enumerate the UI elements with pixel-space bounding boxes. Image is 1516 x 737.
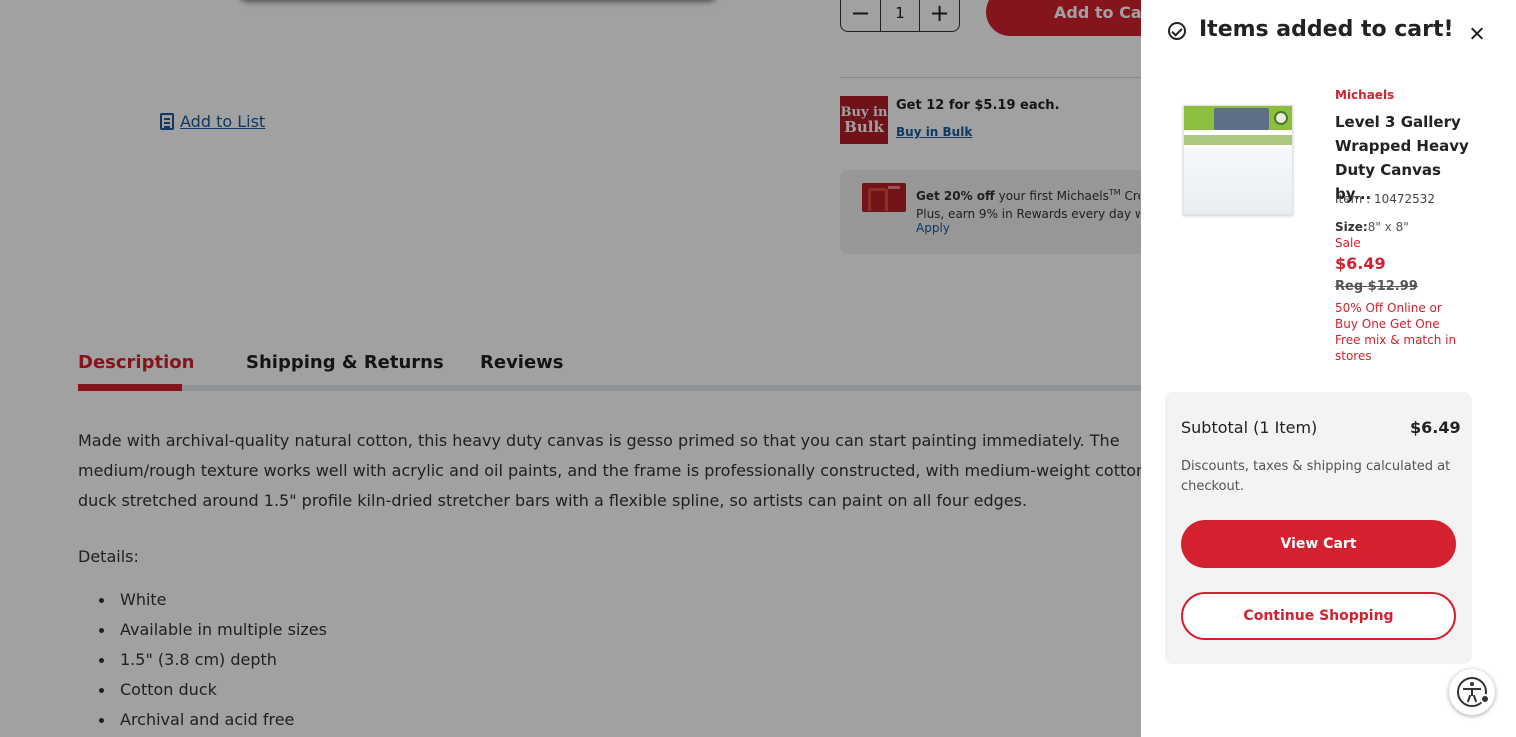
package-thumbnail <box>1214 108 1269 130</box>
sale-label: Sale <box>1335 236 1361 250</box>
regular-price: Reg $12.99 <box>1335 279 1418 294</box>
drawer-title: Items added to cart! <box>1199 17 1454 42</box>
canvas-surface <box>1184 148 1292 214</box>
subtotal-value: $6.49 <box>1410 418 1461 437</box>
item-size-label: Size: <box>1335 220 1368 234</box>
check-circle-icon <box>1168 22 1186 40</box>
package-badge <box>1274 111 1288 125</box>
item-promo: 50% Off Online or Buy One Get One Free m… <box>1335 301 1457 363</box>
accessibility-badge <box>1480 694 1490 704</box>
item-number: Item : 10472532 <box>1335 192 1436 206</box>
checkout-note: Discounts, taxes & shipping calculated a… <box>1181 459 1451 494</box>
sale-price: $6.49 <box>1335 254 1386 273</box>
item-size-value: 8" x 8" <box>1367 220 1409 234</box>
continue-shopping-button[interactable]: Continue Shopping <box>1181 592 1456 640</box>
view-cart-button[interactable]: View Cart <box>1181 520 1456 568</box>
close-icon[interactable] <box>1466 22 1488 44</box>
modal-overlay[interactable] <box>0 0 1141 737</box>
subtotal-label: Subtotal (1 Item) <box>1181 418 1318 437</box>
item-size: Size:8" x 8" <box>1335 220 1409 234</box>
cart-item-image[interactable] <box>1183 105 1293 215</box>
item-brand: Michaels <box>1335 88 1395 102</box>
accessibility-figure-head <box>1470 682 1474 686</box>
accessibility-icon[interactable] <box>1449 669 1495 715</box>
package-strip <box>1184 135 1292 145</box>
